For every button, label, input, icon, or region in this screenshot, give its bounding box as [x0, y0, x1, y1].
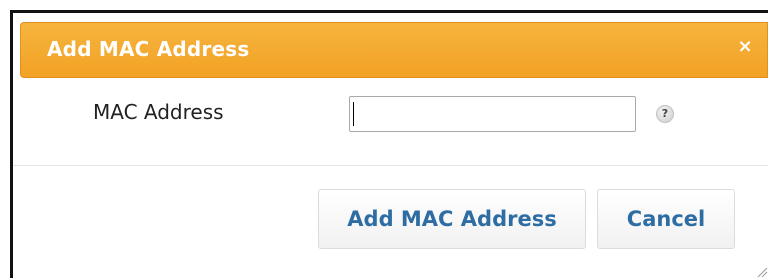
cancel-button[interactable]: Cancel — [597, 189, 735, 249]
close-icon[interactable]: × — [736, 37, 754, 57]
footer-divider — [13, 165, 768, 166]
mac-address-input[interactable] — [349, 96, 636, 132]
mac-address-label: MAC Address — [93, 100, 224, 124]
add-mac-address-dialog: Add MAC Address × MAC Address ? Add MAC … — [13, 13, 768, 278]
dialog-titlebar[interactable]: Add MAC Address × — [20, 22, 768, 78]
resize-grip-icon[interactable] — [754, 264, 768, 278]
add-mac-address-button[interactable]: Add MAC Address — [318, 189, 586, 249]
help-icon[interactable]: ? — [656, 105, 674, 123]
dialog-title: Add MAC Address — [47, 37, 250, 61]
text-cursor — [353, 102, 354, 126]
